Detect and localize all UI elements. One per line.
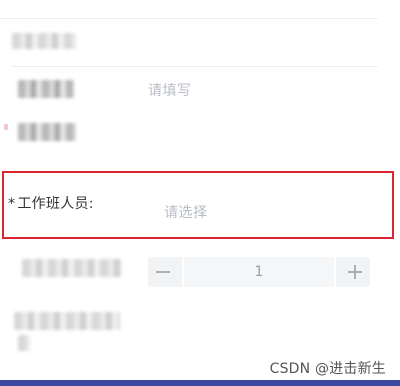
required-mark (4, 124, 8, 130)
form-page: 请填写 * 工作班人员: 请选择 1 CSDN @进击新生 (0, 0, 400, 386)
work-team-members-label: * 工作班人员: (8, 193, 94, 213)
required-asterisk: * (8, 196, 16, 212)
row-divider (0, 18, 378, 19)
work-team-members-select[interactable]: 请选择 (150, 196, 350, 226)
bottom-bar (0, 380, 400, 386)
watermark: CSDN @进击新生 (269, 361, 386, 377)
plus-icon (347, 264, 363, 280)
obscured-label (22, 259, 122, 277)
obscured-label (12, 33, 76, 49)
obscured-label (18, 80, 74, 98)
minus-icon (155, 264, 171, 280)
field-label-text: 工作班人员: (17, 196, 94, 212)
decrement-button[interactable] (148, 257, 178, 287)
text-input-placeholder[interactable]: 请填写 (148, 80, 192, 100)
row-divider (12, 66, 378, 67)
select-placeholder: 请选择 (164, 205, 208, 221)
obscured-label (14, 312, 120, 330)
quantity-stepper[interactable]: 1 (148, 257, 370, 287)
obscured-label (18, 123, 76, 141)
obscured-label (18, 335, 30, 351)
stepper-value[interactable]: 1 (182, 257, 336, 287)
increment-button[interactable] (340, 257, 370, 287)
